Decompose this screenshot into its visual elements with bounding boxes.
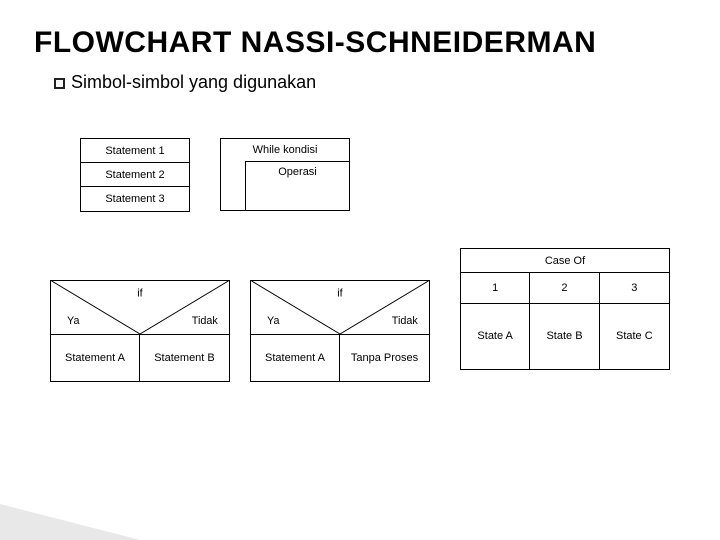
- if1-no: Tidak: [192, 315, 219, 327]
- statement-1: Statement 1: [81, 139, 189, 163]
- case-head: Case Of: [461, 249, 669, 273]
- if-block-2: if Ya Tidak Statement A Tanpa Proses: [250, 280, 430, 382]
- page-title: FLOWCHART NASSI-SCHNEIDERMAN: [34, 26, 690, 60]
- sequence-block: Statement 1 Statement 2 Statement 3: [80, 138, 190, 212]
- if1-cond: if: [137, 288, 143, 300]
- bullet-icon: [54, 78, 65, 89]
- if-header-1: if Ya Tidak: [51, 281, 229, 335]
- if-block-1: if Ya Tidak Statement A Statement B: [50, 280, 230, 382]
- case-col-2: 2 State B: [530, 273, 599, 369]
- case-block: Case Of 1 State A 2 State B 3 State C: [460, 248, 670, 370]
- subtitle-line: Simbol-simbol yang digunakan: [54, 72, 690, 93]
- if1-right: Statement B: [154, 352, 215, 364]
- if2-right: Tanpa Proses: [351, 352, 418, 364]
- subtitle-text: Simbol-simbol yang digunakan: [71, 72, 316, 92]
- case-key-3: 3: [600, 273, 669, 304]
- case-val-2: State B: [530, 304, 598, 369]
- case-key-1: 1: [461, 273, 529, 304]
- if-header-2: if Ya Tidak: [251, 281, 429, 335]
- if1-yes: Ya: [67, 315, 79, 327]
- case-val-3: State C: [600, 304, 669, 369]
- case-col-3: 3 State C: [600, 273, 669, 369]
- if2-no: Tidak: [392, 315, 419, 327]
- statement-3: Statement 3: [81, 187, 189, 211]
- if2-left: Statement A: [265, 352, 325, 364]
- slide: FLOWCHART NASSI-SCHNEIDERMAN Simbol-simb…: [0, 0, 720, 540]
- case-key-2: 2: [530, 273, 598, 304]
- case-val-1: State A: [461, 304, 529, 369]
- corner-decoration: [0, 504, 140, 540]
- case-col-1: 1 State A: [461, 273, 530, 369]
- while-condition: While kondisi: [221, 139, 349, 161]
- if1-left: Statement A: [65, 352, 125, 364]
- statement-2: Statement 2: [81, 163, 189, 187]
- while-body: Operasi: [245, 161, 349, 210]
- if2-yes: Ya: [267, 315, 279, 327]
- if2-cond: if: [337, 288, 343, 300]
- while-block: While kondisi Operasi: [220, 138, 350, 211]
